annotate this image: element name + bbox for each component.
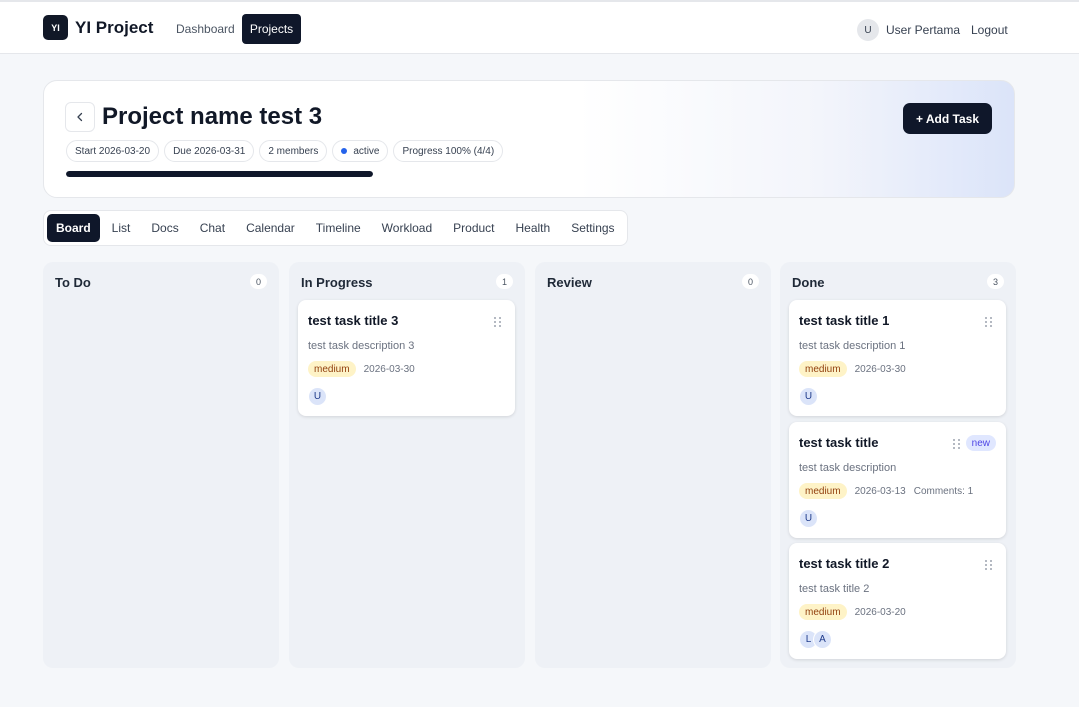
project-header-card: Project name test 3 Start 2026-03-20 Due… (43, 80, 1015, 198)
status-badge: active (332, 140, 389, 162)
column-in-progress: In Progress 1 test task title 3 test task d… (289, 262, 525, 668)
task-due-date: 2026-03-30 (854, 363, 906, 375)
user-avatar[interactable]: U (857, 19, 879, 41)
task-assignees: U (308, 387, 327, 406)
column-to-do: To Do 0 (43, 262, 279, 668)
task-due-date: 2026-03-20 (854, 606, 906, 618)
column-count-badge: 0 (250, 274, 267, 289)
top-navigation-bar: YI YI Project Dashboard Projects U User … (0, 0, 1079, 54)
task-meta: medium 2026-03-20 (799, 604, 906, 620)
due-date-chip: Due 2026-03-31 (164, 140, 255, 162)
tab-health[interactable]: Health (507, 214, 560, 242)
drag-handle-icon[interactable] (494, 317, 502, 328)
tab-board[interactable]: Board (47, 214, 100, 242)
user-name: User Pertama (886, 23, 961, 37)
column-count-badge: 0 (742, 274, 759, 289)
tab-calendar[interactable]: Calendar (237, 214, 304, 242)
members-chip[interactable]: 2 members (259, 140, 328, 162)
task-card[interactable]: test task title 2 test task title 2 medium… (789, 543, 1006, 659)
priority-badge: medium (799, 483, 847, 499)
task-description: test task description 3 (308, 340, 415, 352)
start-date-chip: Start 2026-03-20 (66, 140, 160, 162)
drag-handle-icon[interactable] (953, 439, 961, 450)
tab-workload[interactable]: Workload (373, 214, 441, 242)
column-title: Review (547, 275, 592, 290)
priority-badge: medium (799, 604, 847, 620)
task-meta: medium 2026-03-30 (799, 361, 906, 377)
task-due-date: 2026-03-30 (363, 363, 415, 375)
task-assignees: LA (799, 630, 832, 649)
nav-dashboard-link[interactable]: Dashboard (167, 14, 244, 44)
tab-settings[interactable]: Settings (562, 214, 623, 242)
project-title: Project name test 3 (102, 103, 323, 130)
tab-timeline[interactable]: Timeline (307, 214, 370, 242)
add-task-button[interactable]: + Add Task (902, 103, 992, 134)
chevron-left-icon (77, 112, 83, 122)
progress-bar-fill (66, 171, 373, 177)
new-badge: new (965, 435, 996, 451)
task-comments-count: Comments: 1 (913, 485, 974, 497)
logout-button[interactable]: Logout (971, 23, 1008, 37)
status-dot-icon (341, 148, 348, 154)
column-count-badge: 3 (987, 274, 1004, 289)
column-done: Done 3 test task title 1 test task descript… (780, 262, 1016, 668)
task-assignees: U (799, 387, 818, 406)
status-label: active (353, 145, 380, 157)
task-title[interactable]: test task title (799, 435, 878, 450)
task-title[interactable]: test task title 1 (799, 313, 889, 328)
task-assignees: U (799, 509, 818, 528)
task-description: test task title 2 (799, 583, 870, 595)
task-card[interactable]: test task title 3 test task description 3… (298, 300, 515, 416)
task-title[interactable]: test task title 3 (308, 313, 398, 328)
drag-handle-icon[interactable] (985, 560, 993, 571)
priority-badge: medium (308, 361, 356, 377)
project-tabs: Board List Docs Chat Calendar Timeline Workloa… (43, 210, 628, 246)
drag-handle-icon[interactable] (985, 317, 993, 328)
logo-icon[interactable]: YI (43, 15, 68, 40)
task-due-date: 2026-03-13 (854, 485, 906, 497)
task-card[interactable]: test task title new test task description m… (789, 422, 1006, 538)
assignee-avatar[interactable]: U (799, 509, 818, 528)
column-title: To Do (55, 275, 91, 290)
tab-list[interactable]: List (103, 214, 140, 242)
assignee-avatar[interactable]: U (308, 387, 327, 406)
task-title[interactable]: test task title 2 (799, 556, 889, 571)
progress-chip: Progress 100% (4/4) (393, 140, 504, 162)
tab-docs[interactable]: Docs (142, 214, 187, 242)
column-review: Review 0 (535, 262, 771, 668)
column-title: Done (792, 275, 825, 290)
tab-chat[interactable]: Chat (191, 214, 234, 242)
nav-projects-link[interactable]: Projects (242, 14, 301, 44)
assignee-avatar[interactable]: A (813, 630, 832, 649)
task-description: test task description (799, 462, 897, 474)
priority-badge: medium (799, 361, 847, 377)
project-meta-chips: Start 2026-03-20 Due 2026-03-31 2 member… (66, 140, 504, 162)
column-title: In Progress (301, 275, 373, 290)
tab-product[interactable]: Product (444, 214, 503, 242)
task-description: test task description 1 (799, 340, 906, 352)
task-meta: medium 2026-03-30 (308, 361, 415, 377)
task-meta: medium 2026-03-13 Comments: 1 (799, 483, 973, 499)
task-card[interactable]: test task title 1 test task description 1… (789, 300, 1006, 416)
column-count-badge: 1 (496, 274, 513, 289)
app-name[interactable]: YI Project (75, 18, 153, 38)
back-button[interactable] (65, 102, 95, 132)
project-progress-bar (66, 171, 373, 177)
assignee-avatar[interactable]: U (799, 387, 818, 406)
